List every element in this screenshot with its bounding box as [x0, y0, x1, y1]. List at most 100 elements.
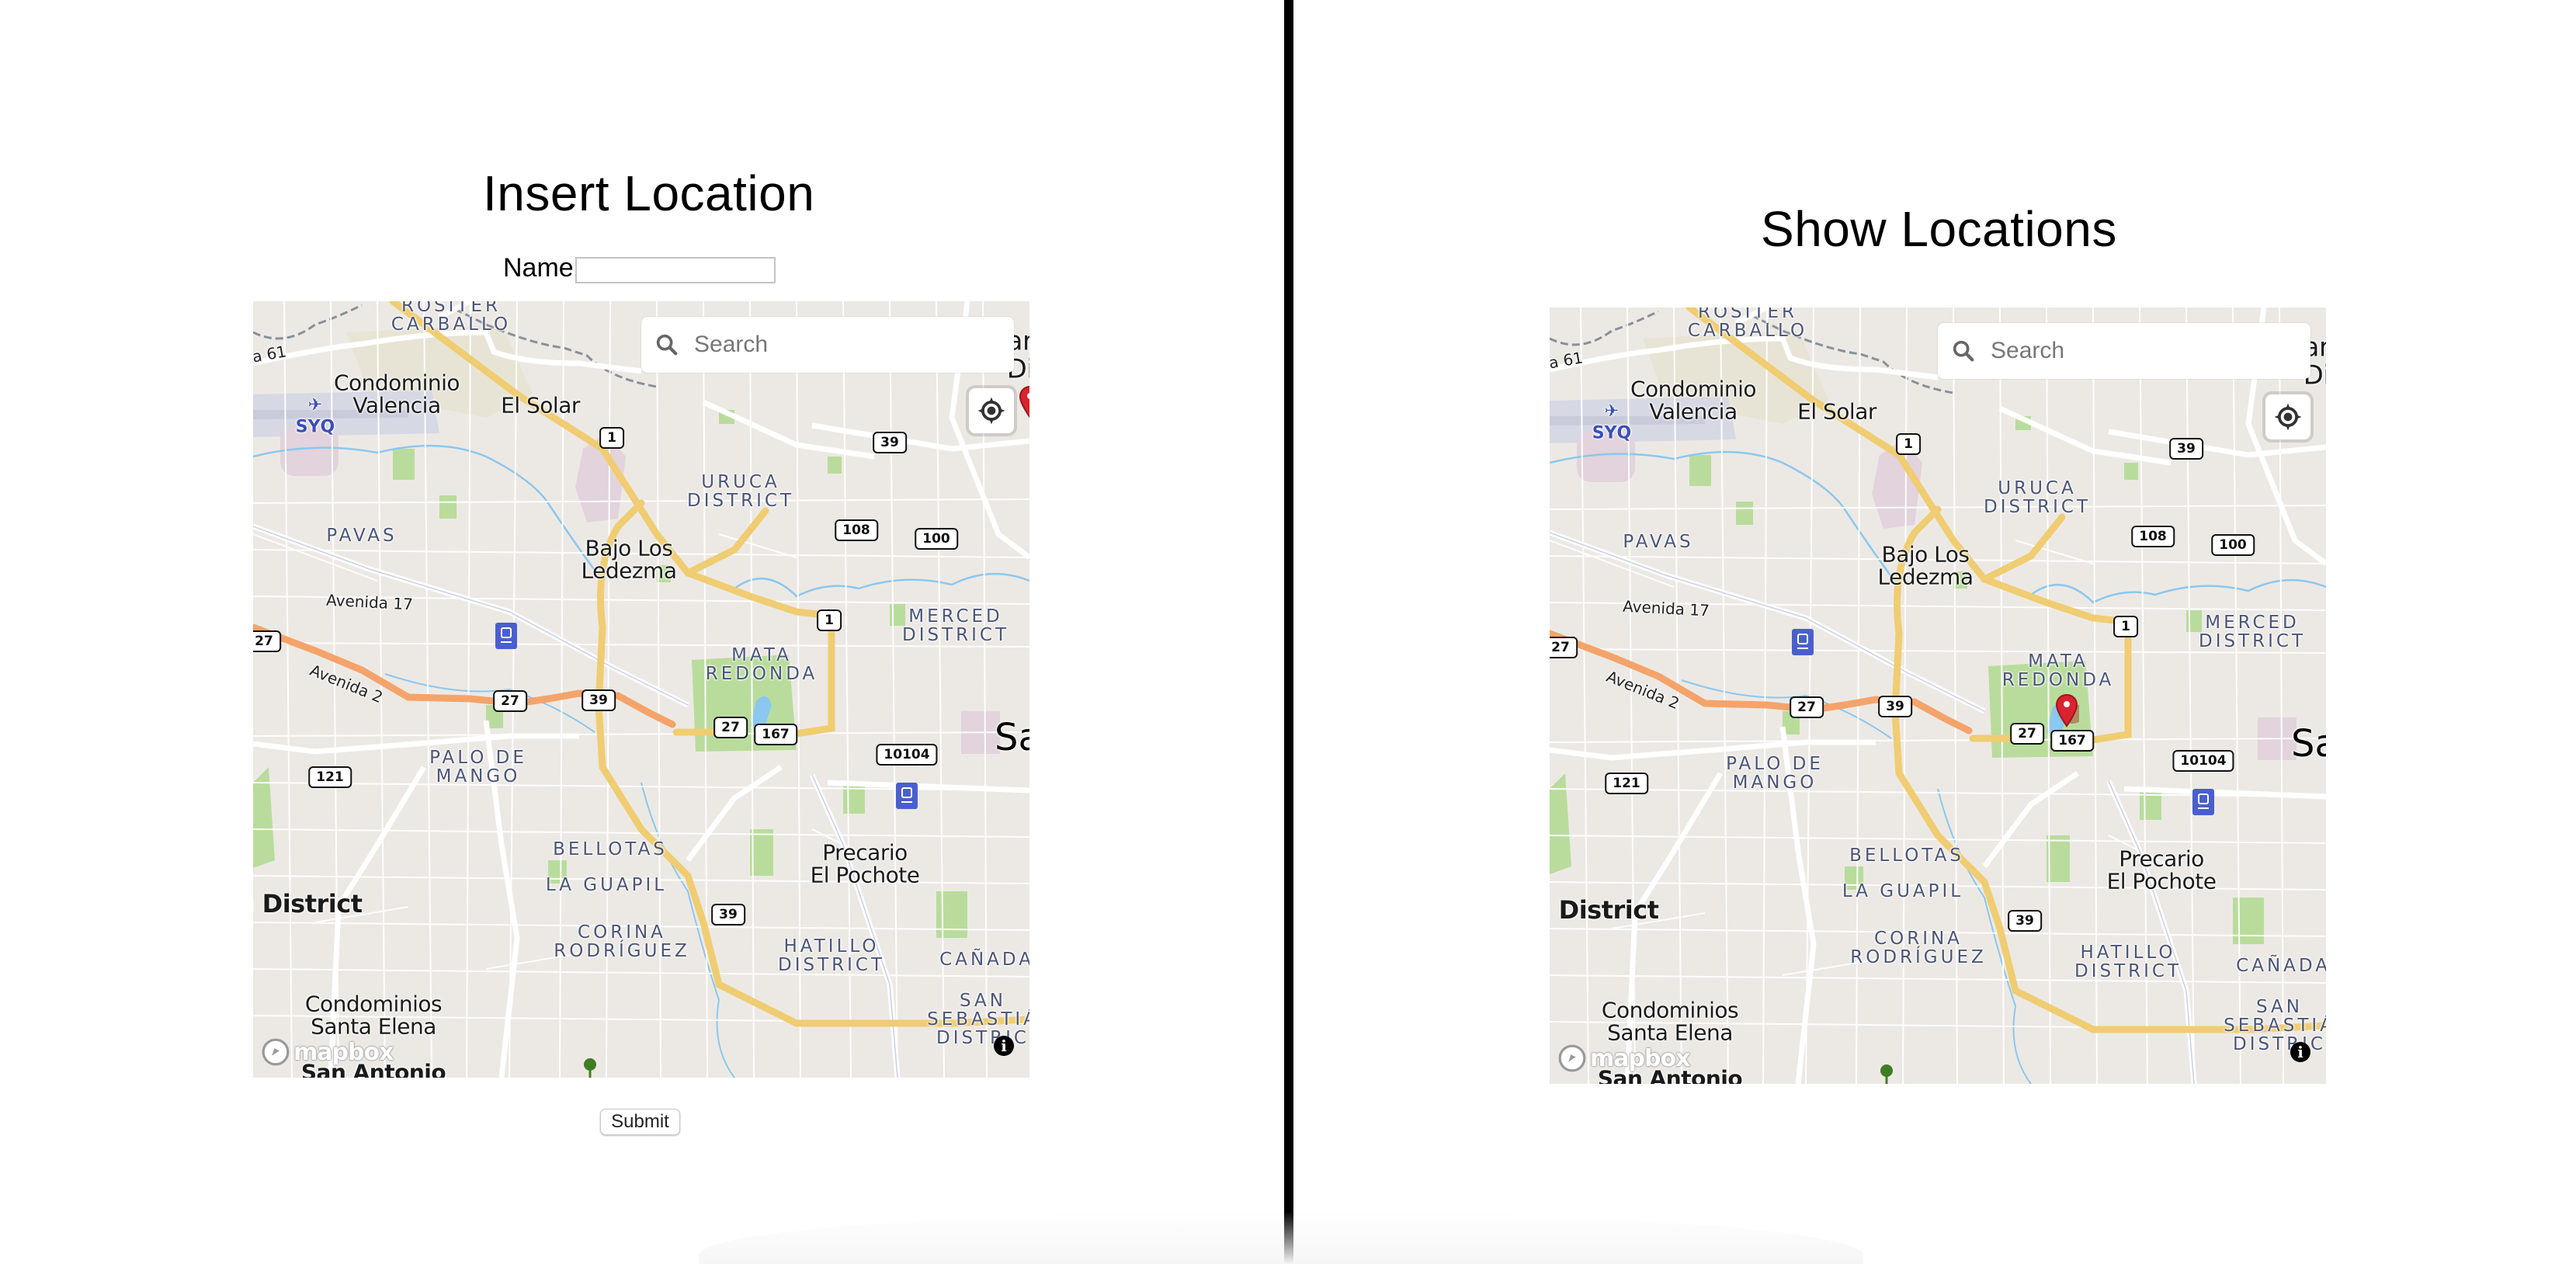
map-label-district: LA GUAPIL: [1842, 880, 1964, 901]
map-label-district: PALO DE MANGO: [429, 747, 527, 787]
map-label-place: Condominio Valencia: [333, 370, 460, 418]
geolocate-icon: [2274, 403, 2302, 431]
page-title: Insert Location: [483, 165, 815, 221]
map-label-airport: SYQ: [295, 417, 335, 437]
tree-icon: [1880, 1064, 1893, 1084]
mapbox-logo[interactable]: mapbox: [261, 1037, 394, 1067]
road-shield: 108: [835, 519, 878, 541]
road-shield: 100: [915, 528, 958, 550]
map-label-road: Avenida 17: [1622, 596, 1710, 620]
map-label-district: MATA REDONDA: [2001, 651, 2115, 690]
map-label-place: El Solar: [501, 392, 580, 418]
road-shield: 100: [2211, 534, 2255, 556]
map-label-place: El Solar: [1797, 398, 1876, 425]
geolocate-icon: [977, 397, 1005, 425]
mapbox-logo[interactable]: mapbox: [1557, 1043, 1690, 1073]
map-label-district: ROSITER CARBALLO: [391, 301, 512, 335]
road-shield: 121: [1605, 773, 1648, 794]
map-label-district: HATILLO DISTRICT: [2074, 942, 2182, 981]
mapbox-logo-text: mapbox: [1590, 1044, 1690, 1072]
map-label-district: URUCA DISTRICT: [1983, 477, 2092, 517]
road-shield: 10104: [2172, 750, 2234, 772]
map-label-place: Condominios Santa Elena: [304, 991, 443, 1040]
info-icon[interactable]: i: [2290, 1042, 2310, 1062]
map-label-district: SAN SEBASTIÁ DISTRIC: [927, 990, 1029, 1049]
page-title: Show Locations: [1761, 201, 2117, 257]
show-map[interactable]: ROSITER CARBALLO ida 61 Condominio Valenci…: [1550, 307, 2326, 1084]
map-pin-icon[interactable]: [2054, 693, 2084, 731]
map-search-box[interactable]: [1938, 323, 2310, 379]
name-label: Name: [503, 253, 574, 283]
road-shield: 39: [2008, 910, 2042, 932]
map-label-city: Sa: [995, 715, 1029, 759]
road-shield: 1: [599, 427, 624, 449]
map-label-district: CAÑADA S: [2236, 955, 2326, 976]
map-label-place: Condominios Santa Elena: [1601, 997, 1739, 1046]
map-label-district: CORINA RODRÍGUEZ: [554, 922, 690, 961]
road-shield: 1: [2113, 616, 2138, 637]
map-label-district: MERCED DISTRICT: [901, 606, 1010, 645]
map-label-place: azú District: [1550, 895, 1659, 925]
airplane-icon: ✈: [307, 395, 323, 415]
insert-map[interactable]: ROSITER CARBALLO ida 61 Condominio Valenci…: [253, 301, 1029, 1078]
map-search-box[interactable]: [641, 317, 1014, 373]
road-shield: 39: [711, 904, 745, 925]
road-shield: 27: [713, 717, 748, 738]
road-shield: 39: [1878, 696, 1912, 717]
map-label-district: CAÑADA S: [939, 949, 1029, 970]
road-shield: 121: [308, 766, 352, 788]
road-shield: 167: [754, 724, 797, 745]
road-shield: 39: [2169, 438, 2203, 460]
mapbox-logo-icon: [1558, 1044, 1586, 1072]
map-label-place: azú District: [253, 889, 363, 919]
map-label-district: SAN SEBASTIÁ DISTRIC: [2224, 996, 2326, 1055]
mapbox-logo-text: mapbox: [293, 1038, 394, 1066]
map-label-place: Condominio Valencia: [1630, 376, 1757, 425]
road-shield: 10104: [876, 744, 938, 766]
map-label-district: BELLOTAS: [553, 839, 668, 859]
tree-icon: [584, 1058, 596, 1078]
info-icon[interactable]: i: [994, 1036, 1014, 1056]
map-label-place: Bajo Los Ledezma: [581, 535, 677, 584]
map-label-district: CORINA RODRÍGUEZ: [1850, 928, 1987, 967]
airplane-icon: ✈: [1604, 401, 1620, 422]
road-shield: 27: [253, 630, 281, 652]
geolocate-button[interactable]: [969, 388, 1014, 433]
panel-divider: [1284, 0, 1293, 1264]
road-shield: 167: [2050, 730, 2094, 752]
insert-location-panel: Insert Location Name ROSITER CARBALLO id…: [0, 0, 1284, 1264]
name-input[interactable]: [575, 257, 776, 283]
map-label-city: Sa: [2291, 721, 2326, 766]
map-label-place: Precario El Pochote: [2106, 846, 2217, 894]
road-shield: 27: [1790, 696, 1824, 718]
road-shield: 108: [2131, 526, 2175, 547]
map-label-district: HATILLO DISTRICT: [777, 936, 886, 975]
road-shield: 39: [582, 689, 616, 711]
map-label-district: MATA REDONDA: [705, 644, 818, 684]
map-label-district: ROSITER CARBALLO: [1687, 307, 1808, 341]
road-shield: 27: [493, 690, 527, 712]
road-shield: 27: [2010, 723, 2044, 745]
map-label-district: PAVAS: [1623, 531, 1694, 552]
search-icon: [656, 334, 678, 356]
map-pin-icon[interactable]: [1018, 385, 1029, 423]
map-label-district: LA GUAPIL: [545, 874, 668, 895]
map-label-district: MERCED DISTRICT: [2198, 612, 2307, 651]
show-locations-panel: Show Locations ROSITER CARBALLO ida 61 C…: [1293, 0, 2576, 1264]
road-shield: 1: [817, 609, 842, 631]
road-shield: 39: [873, 432, 907, 453]
map-search-input[interactable]: [693, 331, 991, 359]
road-shield: 27: [1550, 637, 1578, 658]
train-station-icon: [2192, 789, 2214, 815]
map-label-road: Avenida 17: [325, 590, 414, 614]
map-label-district: PALO DE MANGO: [1726, 753, 1824, 793]
map-label-place: Precario El Pochote: [810, 839, 920, 888]
train-station-icon: [1792, 629, 1814, 655]
road-shield: 1: [1896, 433, 1921, 455]
train-station-icon: [495, 623, 517, 649]
map-search-input[interactable]: [1989, 337, 2287, 365]
map-label-district: BELLOTAS: [1849, 845, 1964, 866]
map-label-district: PAVAS: [326, 525, 398, 546]
submit-button[interactable]: Submit: [600, 1109, 680, 1135]
geolocate-button[interactable]: [2265, 394, 2310, 439]
